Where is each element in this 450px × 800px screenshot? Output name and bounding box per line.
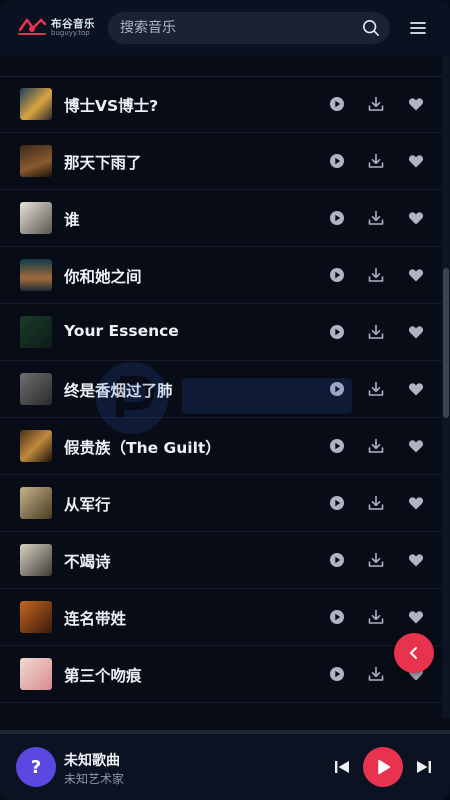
song-title[interactable]: Your Essence <box>64 322 179 340</box>
song-cover[interactable] <box>20 373 52 405</box>
next-icon[interactable] <box>415 758 433 776</box>
play-circle-icon[interactable] <box>328 494 346 512</box>
play-circle-icon[interactable] <box>328 437 346 455</box>
download-icon[interactable] <box>367 551 385 569</box>
player-bar: ? 未知歌曲 未知艺术家 <box>0 730 450 800</box>
song-row[interactable]: 那天下雨了 <box>0 133 442 190</box>
song-title[interactable]: 谁 <box>64 208 80 230</box>
play-circle-icon[interactable] <box>328 266 346 284</box>
download-icon[interactable] <box>367 665 385 683</box>
song-title[interactable]: 连名带姓 <box>64 607 126 629</box>
download-icon[interactable] <box>367 494 385 512</box>
download-icon[interactable] <box>367 152 385 170</box>
song-row[interactable]: Your Essence <box>0 304 442 361</box>
scrollbar-thumb[interactable] <box>443 268 449 418</box>
play-circle-icon[interactable] <box>328 551 346 569</box>
logo-icon <box>18 17 47 35</box>
song-row[interactable]: 不竭诗 <box>0 532 442 589</box>
song-row[interactable]: 从军行 <box>0 475 442 532</box>
play-circle-icon[interactable] <box>328 608 346 626</box>
heart-icon[interactable] <box>407 551 425 569</box>
song-title[interactable]: 假贵族（The Guilt） <box>64 436 221 458</box>
song-title[interactable]: 你和她之间 <box>64 265 142 287</box>
song-row[interactable]: 博士VS博士? <box>0 76 442 133</box>
heart-icon[interactable] <box>407 209 425 227</box>
song-row[interactable]: 终是香烟过了肺 <box>0 361 442 418</box>
download-icon[interactable] <box>367 266 385 284</box>
chevron-left-icon <box>410 647 417 659</box>
song-cover[interactable] <box>20 658 52 690</box>
song-title[interactable]: 从军行 <box>64 493 111 515</box>
download-icon[interactable] <box>367 380 385 398</box>
heart-icon[interactable] <box>407 380 425 398</box>
song-title[interactable]: 不竭诗 <box>64 550 111 572</box>
song-cover[interactable] <box>20 430 52 462</box>
download-icon[interactable] <box>367 209 385 227</box>
play-circle-icon[interactable] <box>328 152 346 170</box>
play-pause-button[interactable] <box>363 747 403 787</box>
heart-icon[interactable] <box>407 323 425 341</box>
song-cover[interactable] <box>20 316 52 348</box>
play-circle-icon[interactable] <box>328 323 346 341</box>
song-row[interactable]: 你和她之间 <box>0 247 442 304</box>
now-playing-title: 未知歌曲 <box>64 753 120 769</box>
scrollbar[interactable] <box>442 56 450 718</box>
heart-icon[interactable] <box>407 152 425 170</box>
song-cover[interactable] <box>20 88 52 120</box>
song-row[interactable]: 谁 <box>0 190 442 247</box>
search-icon[interactable] <box>362 19 380 37</box>
now-playing-cover[interactable]: ? <box>16 747 56 787</box>
song-row[interactable]: 假贵族（The Guilt） <box>0 418 442 475</box>
song-row[interactable]: 第三个吻痕 <box>0 646 442 703</box>
song-title[interactable]: 博士VS博士? <box>64 94 158 116</box>
download-icon[interactable] <box>367 608 385 626</box>
song-title[interactable]: 终是香烟过了肺 <box>64 379 173 401</box>
collapse-button[interactable] <box>394 633 434 673</box>
play-circle-icon[interactable] <box>328 665 346 683</box>
heart-icon[interactable] <box>407 608 425 626</box>
search-input[interactable] <box>108 20 348 36</box>
song-cover[interactable] <box>20 145 52 177</box>
play-circle-icon[interactable] <box>328 209 346 227</box>
song-title[interactable]: 那天下雨了 <box>64 151 142 173</box>
song-row[interactable]: 连名带姓 <box>0 589 442 646</box>
now-playing-artist: 未知艺术家 <box>64 772 125 786</box>
song-list[interactable]: 博士VS博士? 那天下雨了 谁 你和她之间 Your Essence 终是香烟过… <box>0 56 442 718</box>
song-cover[interactable] <box>20 487 52 519</box>
play-circle-icon[interactable] <box>328 95 346 113</box>
heart-icon[interactable] <box>407 266 425 284</box>
song-cover[interactable] <box>20 544 52 576</box>
app-window: 布谷音乐 buguyy.top 博士VS博士? <box>0 0 450 800</box>
heart-icon[interactable] <box>407 437 425 455</box>
song-rows: 博士VS博士? 那天下雨了 谁 你和她之间 Your Essence 终是香烟过… <box>0 76 442 703</box>
previous-icon[interactable] <box>333 758 351 776</box>
download-icon[interactable] <box>367 437 385 455</box>
play-icon <box>378 759 391 775</box>
menu-icon[interactable] <box>408 18 428 38</box>
song-cover[interactable] <box>20 202 52 234</box>
play-circle-icon[interactable] <box>328 380 346 398</box>
logo-subtitle: buguyy.top <box>51 29 90 37</box>
header: 布谷音乐 buguyy.top <box>0 0 450 56</box>
logo[interactable]: 布谷音乐 buguyy.top <box>17 14 97 42</box>
song-title[interactable]: 第三个吻痕 <box>64 664 142 686</box>
heart-icon[interactable] <box>407 494 425 512</box>
download-icon[interactable] <box>367 95 385 113</box>
heart-icon[interactable] <box>407 95 425 113</box>
download-icon[interactable] <box>367 323 385 341</box>
search-bar[interactable] <box>108 12 390 44</box>
song-cover[interactable] <box>20 259 52 291</box>
song-cover[interactable] <box>20 601 52 633</box>
